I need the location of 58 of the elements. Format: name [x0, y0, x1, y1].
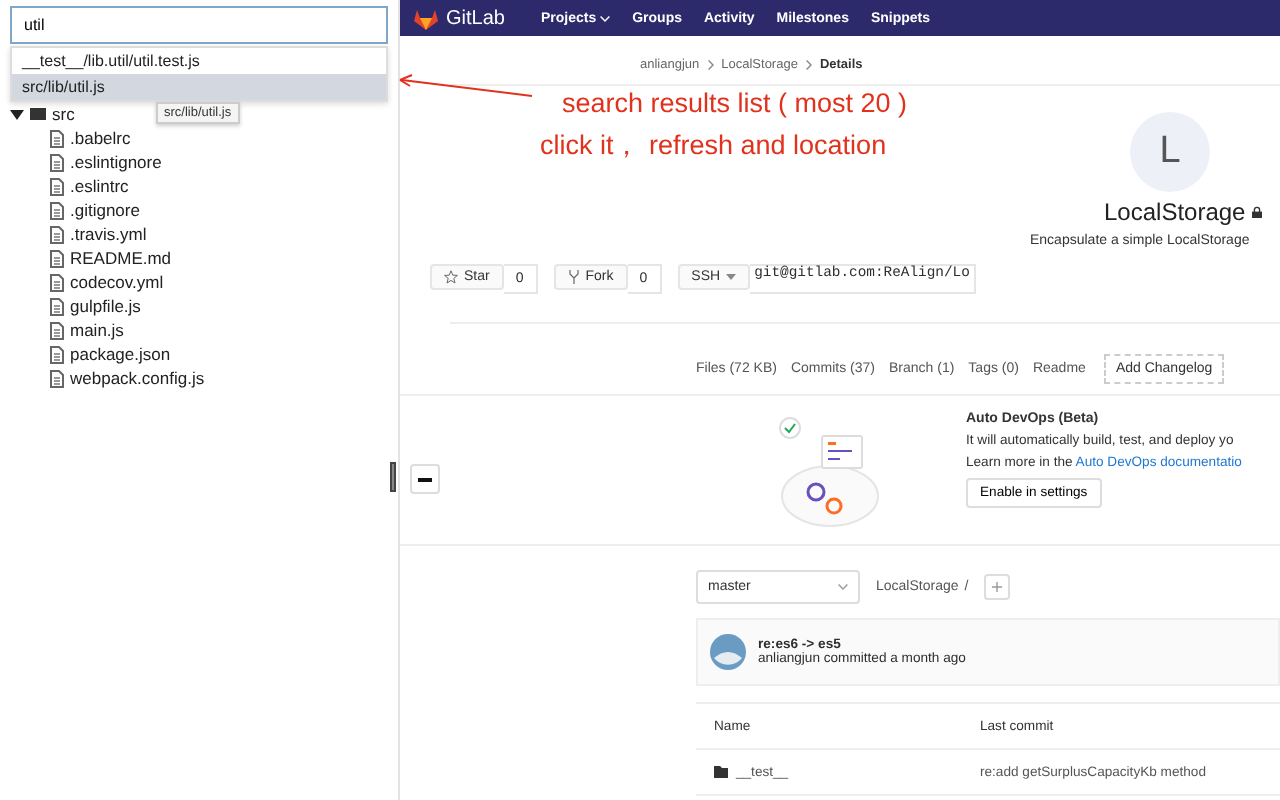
plus-icon [992, 582, 1003, 592]
tree-item[interactable]: .eslintrc [10, 174, 129, 198]
tree-item[interactable]: README.md [10, 246, 172, 270]
file-icon [50, 153, 64, 171]
star-icon [444, 270, 458, 284]
project-name: LocalStorage [1104, 198, 1246, 226]
tree-item[interactable]: gulpfile.js [10, 294, 141, 318]
tree-item[interactable]: .eslintignore [10, 150, 162, 174]
file-icon [50, 369, 64, 387]
file-icon [50, 297, 64, 315]
file-icon [50, 321, 64, 339]
file-icon [50, 201, 64, 219]
file-icon [50, 177, 64, 195]
logo-text[interactable]: GitLab [446, 7, 505, 29]
tree-item[interactable]: .gitignore [10, 198, 140, 222]
add-button[interactable] [984, 574, 1011, 600]
tree-label: webpack.config.js [70, 368, 205, 388]
folder-icon [30, 108, 46, 120]
tree-label: .babelrc [70, 128, 131, 148]
tree-label: main.js [70, 320, 124, 340]
tree-label: package.json [70, 344, 171, 364]
tree-item[interactable]: webpack.config.js [10, 366, 205, 390]
file-icon [50, 129, 64, 147]
minus-icon [418, 477, 432, 481]
fork-icon [567, 270, 580, 284]
annotation-text: click it， refresh and location [540, 128, 887, 164]
chevron-right-icon [805, 59, 812, 69]
chevron-right-icon [707, 59, 714, 69]
tree-item[interactable]: codecov.yml [10, 270, 164, 294]
search-result[interactable]: __test__/lib.util/util.test.js [12, 48, 386, 74]
file-icon [50, 345, 64, 363]
tree-label: .eslintignore [70, 152, 162, 172]
caret-down-icon [726, 274, 737, 280]
tree-item[interactable]: .travis.yml [10, 222, 147, 246]
tree-item[interactable]: main.js [10, 318, 124, 342]
fox-icon [414, 7, 438, 29]
file-icon [50, 249, 64, 267]
collapse-button[interactable] [410, 464, 440, 494]
tree-item[interactable]: src [10, 102, 75, 126]
search-result[interactable]: src/lib/util.js [12, 74, 386, 100]
splitter-handle[interactable] [390, 462, 396, 492]
tree-item[interactable]: package.json [10, 342, 171, 366]
chevron-down-icon [838, 584, 848, 590]
tree-label: .eslintrc [70, 176, 129, 196]
tree-label: README.md [70, 248, 172, 268]
file-icon [50, 273, 64, 291]
search-field[interactable]: util [10, 6, 388, 44]
tree-item[interactable]: .babelrc [10, 126, 131, 150]
folder-icon [714, 766, 728, 778]
tree-label: gulpfile.js [70, 296, 141, 316]
tree-label: .gitignore [70, 200, 140, 220]
tree-label: codecov.yml [70, 272, 164, 292]
project-avatar: L [1130, 112, 1210, 192]
tree-label: src [52, 104, 75, 124]
tree-label: .travis.yml [70, 224, 147, 244]
file-icon [50, 225, 64, 243]
annotation-text: search results list ( most 20 ) [562, 88, 908, 118]
avatar-icon [710, 634, 746, 670]
